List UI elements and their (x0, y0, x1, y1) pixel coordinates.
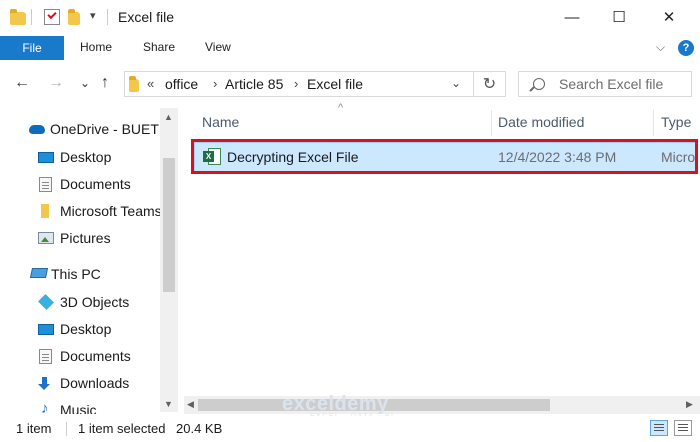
column-header-name[interactable]: Name (202, 114, 239, 130)
nav-item-label: Documents (60, 176, 131, 192)
scroll-left-arrow-icon[interactable]: ◀ (187, 399, 194, 410)
status-bar: 1 item 1 item selected 20.4 KB (0, 416, 700, 442)
music-icon: ♪ (41, 400, 49, 414)
window-title: Excel file (118, 9, 175, 25)
nav-item-label: Downloads (60, 375, 130, 391)
search-input[interactable] (559, 75, 689, 93)
nav-item-label: Pictures (60, 230, 111, 246)
status-selected-count: 1 item selected (78, 421, 166, 436)
nav-item-desktop-pc[interactable]: Desktop (0, 318, 160, 340)
nav-item-label: 3D Objects (60, 294, 130, 310)
nav-item-label: This PC (51, 266, 101, 282)
file-list-horizontal-scrollbar[interactable]: ◀ ▶ (184, 396, 700, 414)
nav-item-documents[interactable]: Documents (0, 173, 160, 195)
nav-item-documents-pc[interactable]: Documents (0, 345, 160, 367)
address-bar[interactable]: « office › Article 85 › Excel file ⌄ (124, 71, 474, 97)
highlight-box (191, 139, 698, 174)
scroll-down-arrow-icon[interactable]: ▼ (164, 399, 173, 409)
navigation-pane: OneDrive - BUET Desktop Documents Micros… (0, 108, 178, 414)
desktop-icon (38, 152, 54, 163)
customize-toolbar-chevron-icon[interactable]: ▾ (90, 9, 96, 22)
scrollbar-thumb[interactable] (163, 158, 175, 292)
maximize-button[interactable]: ☐ (596, 0, 642, 34)
3d-objects-icon (38, 294, 54, 310)
navigation-pane-scrollbar[interactable]: ▲ ▼ (160, 108, 178, 412)
documents-icon (39, 349, 52, 364)
column-divider[interactable] (491, 110, 492, 136)
search-box[interactable] (518, 71, 692, 97)
forward-button[interactable]: → (48, 74, 64, 92)
nav-item-onedrive[interactable]: OneDrive - BUET (0, 118, 160, 140)
folder-icon (41, 204, 49, 218)
navigation-bar: ← → ⌄ ↑ « office › Article 85 › Excel fi… (0, 64, 700, 104)
back-button[interactable]: ← (14, 74, 30, 92)
breadcrumb-excel-file[interactable]: Excel file (307, 76, 363, 92)
details-view-icon[interactable] (650, 420, 668, 436)
nav-item-label: OneDrive - BUET (50, 121, 159, 137)
tab-view[interactable]: View (205, 40, 231, 54)
nav-item-label: Microsoft Teams (60, 203, 162, 219)
nav-item-this-pc[interactable]: This PC (0, 263, 160, 285)
nav-item-label: Documents (60, 348, 131, 364)
minimize-button[interactable]: — (549, 0, 595, 34)
column-divider[interactable] (653, 110, 654, 136)
column-header-date-modified[interactable]: Date modified (498, 114, 584, 130)
address-dropdown-chevron-icon[interactable]: ⌄ (451, 76, 461, 90)
onedrive-cloud-icon (28, 122, 45, 136)
desktop-icon (38, 324, 54, 335)
expand-ribbon-chevron-icon[interactable]: ⌵ (656, 40, 665, 55)
nav-item-label: Desktop (60, 321, 112, 337)
tab-file[interactable]: File (0, 36, 64, 60)
close-button[interactable]: ✕ (646, 0, 692, 34)
refresh-button[interactable]: ↻ (474, 71, 506, 97)
up-button[interactable]: ↑ (101, 74, 109, 92)
ribbon-tabs: File Home Share View ⌵ (0, 36, 700, 60)
breadcrumb-office[interactable]: office (165, 76, 198, 92)
search-icon (533, 78, 545, 90)
breadcrumb-overflow[interactable]: « (147, 76, 154, 91)
nav-item-desktop[interactable]: Desktop (0, 146, 160, 168)
nav-item-label: Desktop (60, 149, 112, 165)
status-selected-size: 20.4 KB (176, 421, 223, 436)
title-divider (107, 9, 108, 25)
nav-item-3d-objects[interactable]: 3D Objects (0, 291, 160, 313)
documents-icon (39, 177, 52, 192)
this-pc-icon (29, 268, 49, 278)
title-bar: ▾ Excel file — ☐ ✕ (0, 0, 700, 36)
column-header-type[interactable]: Type (661, 114, 691, 130)
toolbar-divider (31, 9, 32, 25)
tab-home[interactable]: Home (80, 40, 112, 54)
large-icons-view-icon[interactable] (674, 420, 692, 436)
tab-share[interactable]: Share (143, 40, 175, 54)
nav-item-music[interactable]: ♪ Music (0, 399, 160, 414)
pictures-icon (38, 232, 54, 244)
nav-item-pictures[interactable]: Pictures (0, 227, 160, 249)
properties-checkbox-icon[interactable] (44, 9, 60, 25)
recent-locations-button[interactable]: ⌄ (80, 76, 90, 90)
scroll-right-arrow-icon[interactable]: ▶ (686, 399, 693, 410)
status-divider (66, 422, 67, 436)
downloads-icon (38, 376, 54, 390)
nav-item-downloads[interactable]: Downloads (0, 372, 160, 394)
sort-indicator-icon: ^ (338, 102, 344, 114)
nav-item-label: Music (60, 402, 97, 414)
scroll-up-arrow-icon[interactable]: ▲ (164, 112, 173, 122)
status-item-count: 1 item (16, 421, 52, 436)
breadcrumb-article-85[interactable]: Article 85 (225, 76, 283, 92)
help-button[interactable]: ? (678, 40, 694, 56)
file-list: ^ Name Date modified Type X Decrypting E… (184, 102, 700, 414)
breadcrumb-separator[interactable]: › (213, 76, 217, 91)
nav-item-microsoft-teams[interactable]: Microsoft Teams (0, 200, 162, 222)
breadcrumb-separator[interactable]: › (294, 76, 298, 91)
